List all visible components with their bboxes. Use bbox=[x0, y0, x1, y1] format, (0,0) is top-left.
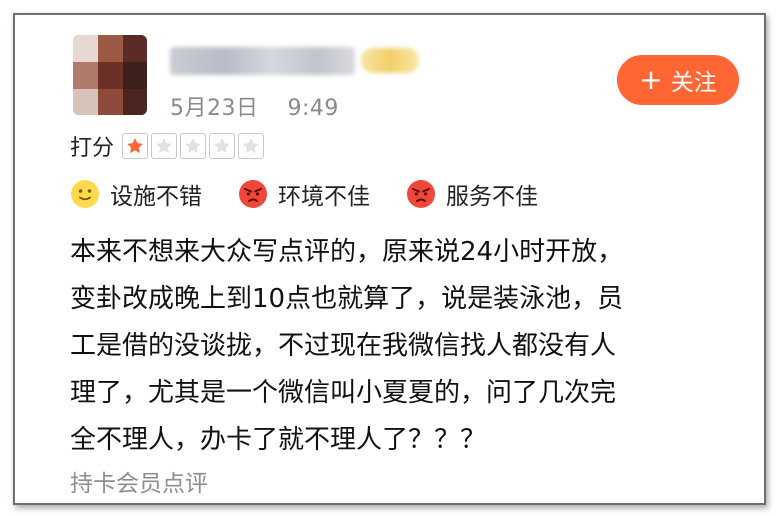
review-body: 本来不想来大众写点评的，原来说24小时开放， 变卦改成晚上到10点也就算了，说是… bbox=[70, 229, 750, 464]
rating-row: 打分 bbox=[70, 130, 267, 162]
tag-facilities: 设施不错 bbox=[70, 177, 202, 211]
star-icon bbox=[238, 133, 265, 159]
review-line: 全不理人，办卡了就不理人了？？？ bbox=[70, 425, 487, 455]
review-card: 5月23日 9:49 + 关注 打分 设施不错 环境不佳 服务不佳 本来不想来大… bbox=[13, 13, 766, 505]
review-line: 工是借的没谈拢，不过现在我微信找人都没有人 bbox=[70, 331, 617, 361]
star-icon bbox=[122, 133, 149, 159]
review-line: 本来不想来大众写点评的，原来说24小时开放， bbox=[70, 237, 624, 267]
angry-face-icon bbox=[407, 180, 435, 208]
smile-face-icon bbox=[71, 180, 99, 208]
tag-label: 环境不佳 bbox=[278, 184, 370, 210]
member-review-note: 持卡会员点评 bbox=[70, 471, 208, 497]
follow-button[interactable]: + 关注 bbox=[617, 55, 739, 105]
member-badge-obscured bbox=[361, 48, 419, 73]
post-date: 5月23日 bbox=[170, 96, 259, 121]
tag-environment: 环境不佳 bbox=[238, 177, 370, 211]
angry-face-icon bbox=[239, 180, 267, 208]
avatar[interactable] bbox=[73, 35, 147, 115]
tag-service: 服务不佳 bbox=[406, 177, 538, 211]
review-line: 变卦改成晚上到10点也就算了，说是装泳池，员 bbox=[70, 284, 624, 314]
post-timestamp: 5月23日 9:49 bbox=[170, 90, 339, 122]
tag-label: 服务不佳 bbox=[446, 184, 538, 210]
post-time: 9:49 bbox=[287, 96, 339, 121]
tag-label: 设施不错 bbox=[110, 184, 202, 210]
star-icon bbox=[151, 133, 178, 159]
star-icon bbox=[180, 133, 207, 159]
star-icon bbox=[209, 133, 236, 159]
star-rating bbox=[122, 133, 267, 159]
follow-button-label: 关注 bbox=[670, 70, 717, 96]
review-line: 理了，尤其是一个微信叫小夏夏的，问了几次完 bbox=[70, 378, 617, 408]
review-tags: 设施不错 环境不佳 服务不佳 bbox=[70, 177, 574, 211]
rating-label: 打分 bbox=[70, 136, 115, 161]
plus-icon: + bbox=[639, 63, 663, 96]
username-obscured[interactable] bbox=[170, 47, 355, 75]
